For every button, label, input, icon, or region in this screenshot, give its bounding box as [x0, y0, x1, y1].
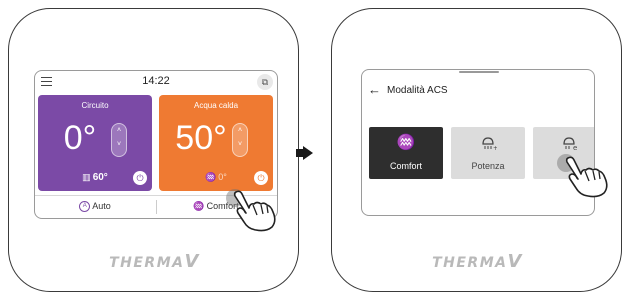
hot-water-sub-value: 0°: [218, 172, 227, 182]
chevron-up-icon[interactable]: ˄: [112, 124, 126, 138]
header: ← Modalità ACS: [368, 82, 448, 97]
note-icon[interactable]: ⧉: [257, 74, 273, 90]
svg-text:e: e: [573, 144, 577, 151]
tile-comfort[interactable]: ♒ Comfort: [369, 127, 443, 179]
brand-text: THERMA: [432, 255, 508, 271]
circuit-title: Circuito: [81, 101, 109, 110]
hot-water-title: Acqua calda: [193, 101, 239, 110]
circuit-power-button[interactable]: ⏻: [133, 171, 147, 185]
flow-arrow-icon: [303, 146, 313, 160]
mode-auto-label: Auto: [92, 201, 111, 211]
floor-heating-icon: ▥: [82, 172, 91, 182]
mode-auto[interactable]: A Auto: [35, 201, 155, 213]
hot-water-card[interactable]: Acqua calda 50° ˄ ˅ ♒ 0° ⏻: [159, 95, 273, 191]
shower-eco-icon: e: [533, 135, 594, 155]
tile-comfort-label: Comfort: [389, 161, 422, 171]
tile-power[interactable]: + Potenza: [451, 127, 525, 179]
svg-text:+: +: [493, 145, 497, 151]
shower-icon: ♒: [205, 172, 217, 182]
hot-water-temperature: 50°: [175, 119, 227, 157]
brand-logo: THERMAV: [332, 251, 623, 272]
circuit-card[interactable]: Circuito 0° ˄ ˅ ▥ 60° ⏻: [38, 95, 152, 191]
pointing-hand-icon: [228, 188, 286, 237]
thermostat-device-right: ← Modalità ACS ♒ Comfort + Potenza e THER…: [331, 8, 622, 292]
back-arrow-icon[interactable]: ←: [368, 82, 381, 97]
drag-handle[interactable]: [459, 71, 499, 73]
circuit-temperature: 0°: [63, 119, 97, 157]
thermostat-device-left: 14:22 ⧉ Circuito 0° ˄ ˅ ▥ 60° ⏻ Acqua cal…: [8, 8, 299, 292]
top-bar: 14:22 ⧉: [35, 71, 277, 93]
tile-power-label: Potenza: [471, 161, 505, 171]
chevron-down-icon[interactable]: ˅: [233, 138, 247, 152]
shower-icon: ♒: [193, 201, 205, 211]
screen-title: Modalità ACS: [387, 85, 448, 96]
shower-icon: ♒: [396, 134, 416, 151]
circuit-sub-value: 60°: [92, 172, 108, 183]
auto-icon: A: [79, 201, 91, 213]
circuit-stepper[interactable]: ˄ ˅: [111, 123, 127, 157]
brand-suffix: V: [507, 251, 523, 272]
pointing-hand-icon: [560, 154, 612, 205]
chevron-up-icon[interactable]: ˄: [233, 124, 247, 138]
clock: 14:22: [142, 75, 170, 87]
brand-suffix: V: [184, 251, 200, 272]
shower-plus-icon: +: [451, 135, 525, 155]
chevron-down-icon[interactable]: ˅: [112, 138, 126, 152]
hot-water-stepper[interactable]: ˄ ˅: [232, 123, 248, 157]
brand-logo: THERMAV: [9, 251, 300, 272]
hot-water-power-button[interactable]: ⏻: [254, 171, 268, 185]
brand-text: THERMA: [109, 255, 185, 271]
